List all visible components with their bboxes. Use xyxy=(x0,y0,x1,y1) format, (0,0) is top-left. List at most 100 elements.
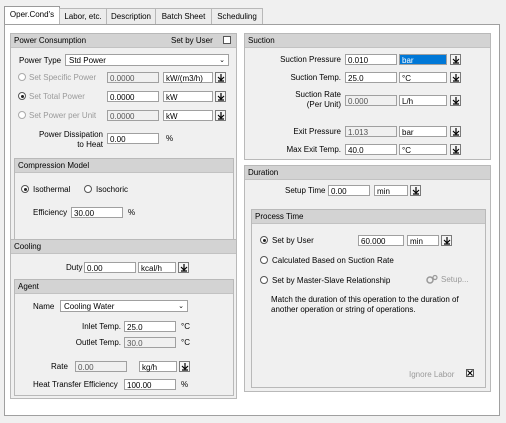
arrow-down-icon xyxy=(181,363,189,371)
outlet-temp-unit: °C xyxy=(181,338,190,347)
heat-transfer-efficiency-field[interactable]: 100.00 xyxy=(124,379,176,390)
power-type-select[interactable]: Std Power ⌄ xyxy=(65,54,229,66)
process-time-group: Process Time Set by User 60.000 min Calc… xyxy=(251,209,486,388)
total-power-radio[interactable] xyxy=(18,92,26,100)
set-by-user-checkbox[interactable] xyxy=(223,36,231,44)
suction-header: Suction xyxy=(245,34,490,48)
duty-unit-dropdown[interactable] xyxy=(178,262,189,273)
specific-power-radio[interactable] xyxy=(18,73,26,81)
exit-pressure-unit-dropdown[interactable] xyxy=(450,126,461,137)
process-time-field[interactable]: 60.000 xyxy=(358,235,404,246)
isothermal-radio[interactable] xyxy=(21,185,29,193)
power-per-unit-field[interactable]: 0.0000 xyxy=(107,110,159,121)
specific-power-field[interactable]: 0.0000 xyxy=(107,72,159,83)
setup-button[interactable]: Setup... xyxy=(426,273,480,286)
power-consumption-title: Power Consumption xyxy=(14,36,87,45)
calculated-suction-radio[interactable] xyxy=(260,256,268,264)
cooling-title: Cooling xyxy=(14,242,42,251)
exit-pressure-unit[interactable]: bar xyxy=(399,126,447,137)
tab-labor[interactable]: Labor, etc. xyxy=(59,8,107,24)
power-per-unit-unit[interactable]: kW xyxy=(163,110,213,121)
tab-scheduling[interactable]: Scheduling xyxy=(211,8,263,24)
outlet-temp-field[interactable]: 30.0 xyxy=(124,337,176,348)
agent-title: Agent xyxy=(18,282,39,291)
compression-efficiency-unit: % xyxy=(128,208,136,217)
isochoric-radio[interactable] xyxy=(84,185,92,193)
gears-icon xyxy=(426,274,438,284)
setup-time-unit-dropdown[interactable] xyxy=(410,185,421,196)
agent-rate-unit[interactable]: kg/h xyxy=(139,361,177,372)
arrow-down-icon xyxy=(452,97,460,105)
duration-header: Duration xyxy=(245,166,490,180)
specific-power-unit-dropdown[interactable] xyxy=(215,72,226,83)
isochoric-label: Isochoric xyxy=(96,185,129,194)
inlet-temp-field[interactable]: 25.0 xyxy=(124,321,176,332)
power-per-unit-unit-dropdown[interactable] xyxy=(215,110,226,121)
heat-transfer-efficiency-label: Heat Transfer Efficiency xyxy=(33,380,118,389)
duration-title: Duration xyxy=(248,168,279,177)
max-exit-temp-unit-dropdown[interactable] xyxy=(450,144,461,155)
power-type-label: Power Type xyxy=(19,56,62,65)
suction-pressure-label: Suction Pressure xyxy=(280,55,341,64)
arrow-down-icon xyxy=(452,56,460,64)
inlet-temp-label: Inlet Temp. xyxy=(82,322,121,331)
inlet-temp-unit: °C xyxy=(181,322,190,331)
max-exit-temp-label: Max Exit Temp. xyxy=(286,145,341,154)
calculated-suction-label: Calculated Based on Suction Rate xyxy=(272,256,394,265)
isothermal-label: Isothermal xyxy=(33,185,71,194)
setup-time-field[interactable]: 0.00 xyxy=(328,185,370,196)
agent-group: Agent Name Cooling Water ⌄ Inlet Temp. 2… xyxy=(14,279,234,396)
suction-rate-unit-dropdown[interactable] xyxy=(450,95,461,106)
dissipation-unit: % xyxy=(166,134,174,143)
power-per-unit-radio[interactable] xyxy=(18,111,26,119)
max-exit-temp-field[interactable]: 40.0 xyxy=(345,144,397,155)
specific-power-unit[interactable]: kW/(m3/h) xyxy=(163,72,213,83)
suction-pressure-unit[interactable]: bar xyxy=(399,54,447,65)
process-time-header: Process Time xyxy=(252,210,485,224)
check-icon xyxy=(467,370,473,376)
duty-label: Duty xyxy=(66,263,83,272)
tab-batch-sheet[interactable]: Batch Sheet xyxy=(155,8,212,24)
process-time-title: Process Time xyxy=(255,212,304,221)
process-time-unit-dropdown[interactable] xyxy=(441,235,452,246)
setup-time-unit[interactable]: min xyxy=(374,185,408,196)
power-consumption-group: Power Consumption Set by User Power Type… xyxy=(10,33,237,264)
agent-rate-field[interactable]: 0.00 xyxy=(75,361,127,372)
suction-pressure-field[interactable]: 0.010 xyxy=(345,54,397,65)
arrow-down-icon xyxy=(180,264,188,272)
total-power-unit[interactable]: kW xyxy=(163,91,213,102)
exit-pressure-field[interactable]: 1.013 xyxy=(345,126,397,137)
ignore-labor-checkbox[interactable] xyxy=(466,369,474,377)
agent-rate-unit-dropdown[interactable] xyxy=(179,361,190,372)
total-power-field[interactable]: 0.0000 xyxy=(107,91,159,102)
cooling-header: Cooling xyxy=(11,240,236,254)
process-time-unit[interactable]: min xyxy=(407,235,439,246)
suction-pressure-unit-dropdown[interactable] xyxy=(450,54,461,65)
suction-rate-unit[interactable]: L/h xyxy=(399,95,447,106)
compression-efficiency-field[interactable]: 30.00 xyxy=(71,207,123,218)
max-exit-temp-unit[interactable]: °C xyxy=(399,144,447,155)
suction-temp-unit[interactable]: °C xyxy=(399,72,447,83)
process-set-by-user-radio[interactable] xyxy=(260,236,268,244)
tab-description[interactable]: Description xyxy=(106,8,156,24)
suction-temp-field[interactable]: 25.0 xyxy=(345,72,397,83)
agent-name-select[interactable]: Cooling Water ⌄ xyxy=(60,300,188,312)
setup-button-label: Setup... xyxy=(441,275,469,284)
duty-field[interactable]: 0.00 xyxy=(84,262,136,273)
dissipation-field[interactable]: 0.00 xyxy=(107,133,159,144)
arrow-down-icon xyxy=(412,187,420,195)
arrow-down-icon xyxy=(452,146,460,154)
suction-rate-field[interactable]: 0.000 xyxy=(345,95,397,106)
agent-name-label: Name xyxy=(33,302,55,311)
total-power-unit-dropdown[interactable] xyxy=(215,91,226,102)
tab-oper-conds[interactable]: Oper.Cond's xyxy=(4,6,60,25)
duty-unit[interactable]: kcal/h xyxy=(138,262,176,273)
master-slave-radio[interactable] xyxy=(260,276,268,284)
suction-temp-label: Suction Temp. xyxy=(290,73,341,82)
arrow-down-icon xyxy=(217,93,225,101)
duration-group: Duration Setup Time 0.00 min Process Tim… xyxy=(244,165,491,392)
arrow-down-icon xyxy=(452,128,460,136)
master-slave-label: Set by Master-Slave Relationship xyxy=(272,276,391,285)
dissipation-label: Power Dissipation to Heat xyxy=(38,130,103,149)
suction-temp-unit-dropdown[interactable] xyxy=(450,72,461,83)
